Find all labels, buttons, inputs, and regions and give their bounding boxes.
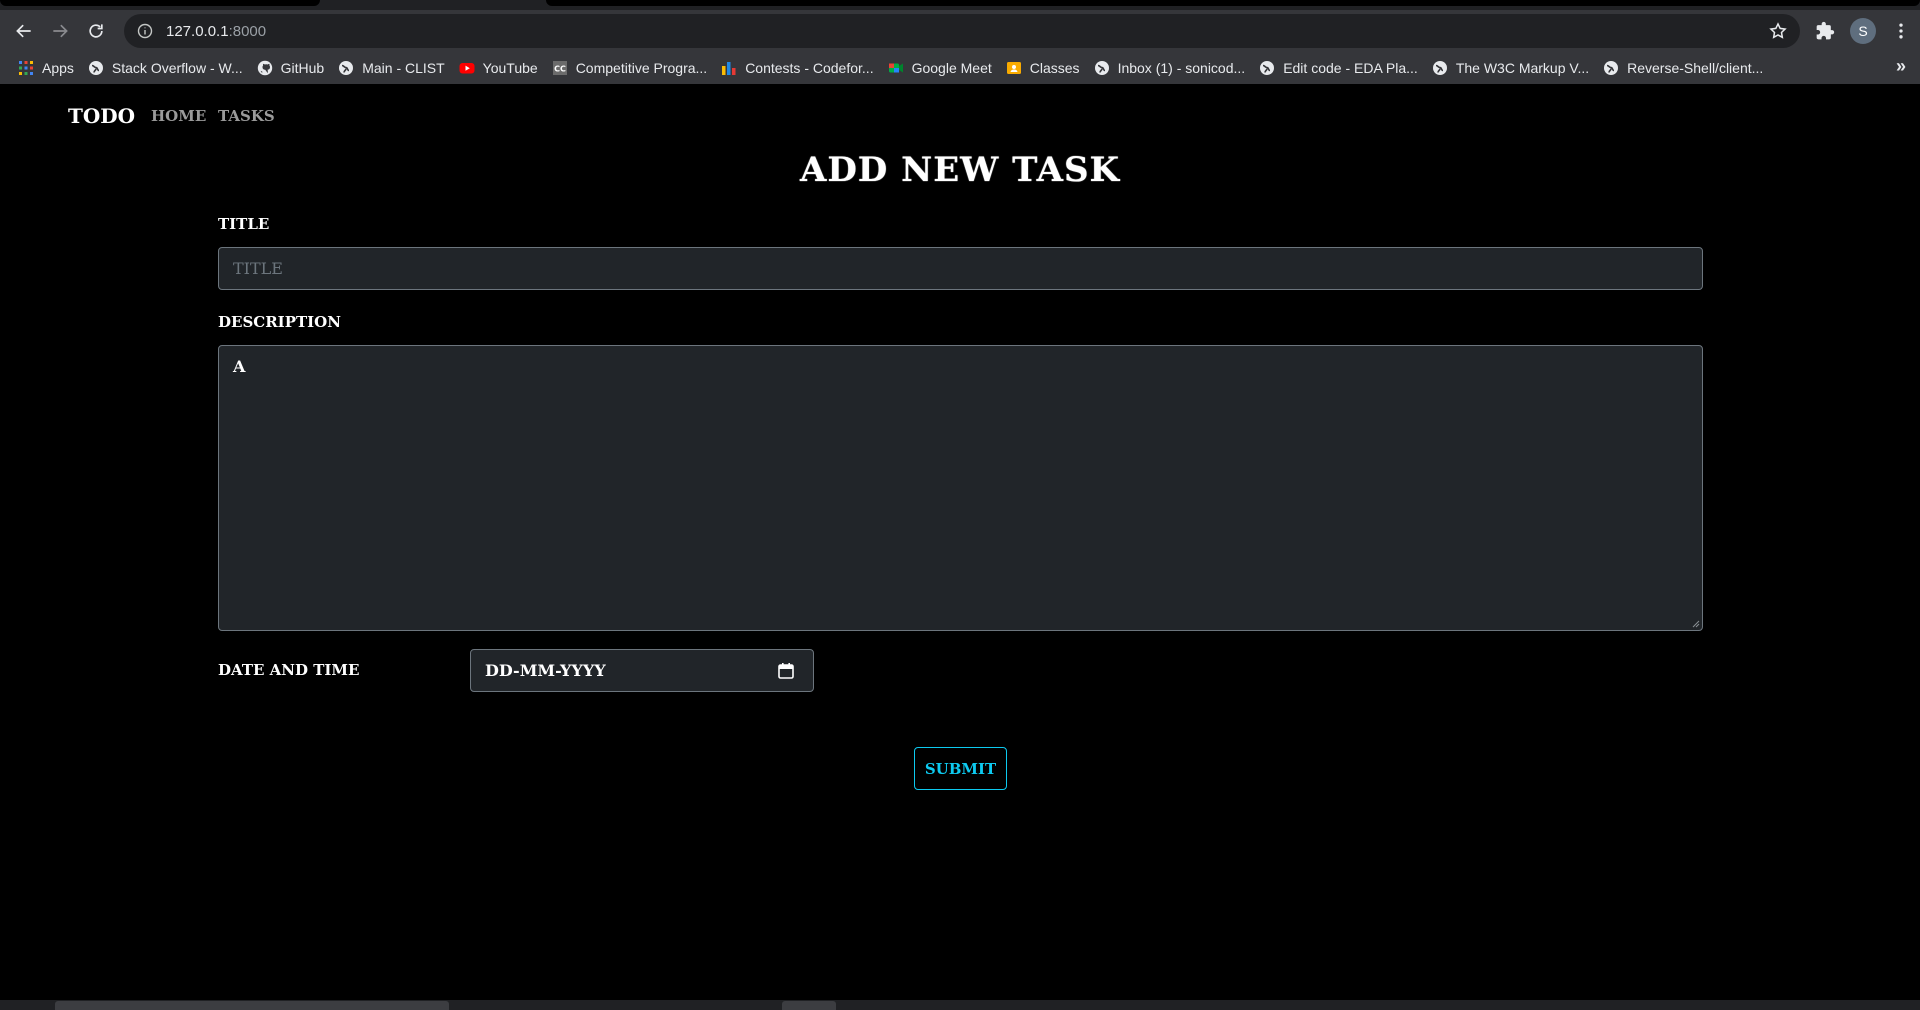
resize-grip-icon[interactable] xyxy=(1690,618,1700,628)
globe-icon xyxy=(1094,60,1110,76)
globe-icon xyxy=(1432,60,1448,76)
bookmark-item[interactable]: Reverse-Shell/client... xyxy=(1599,54,1773,82)
submit-button[interactable]: SUBMIT xyxy=(914,747,1007,790)
bookmark-label: The W3C Markup V... xyxy=(1455,60,1590,76)
inactive-tab-edge[interactable] xyxy=(546,0,1920,6)
site-navbar: TODO HOME TASKS xyxy=(0,84,1920,148)
datetime-label: DATE AND TIME xyxy=(218,661,360,679)
codeforces-icon xyxy=(721,60,737,76)
globe-icon xyxy=(1259,60,1275,76)
bookmark-label: Main - CLIST xyxy=(362,60,445,76)
bookmark-label: Competitive Progra... xyxy=(575,60,708,76)
tab-strip xyxy=(0,0,1920,10)
bookmark-item[interactable]: CC Competitive Progra... xyxy=(548,54,718,82)
bookmarks-overflow-button[interactable]: » xyxy=(1896,56,1906,77)
nav-link-home[interactable]: HOME xyxy=(151,107,206,125)
bookmark-label: Stack Overflow - W... xyxy=(111,60,243,76)
bookmark-label: Google Meet xyxy=(911,60,992,76)
bookmark-star-icon[interactable] xyxy=(1768,21,1788,41)
date-input[interactable]: DD-MM-YYYY xyxy=(470,649,814,692)
meet-icon xyxy=(888,60,904,76)
bookmark-item[interactable]: Inbox (1) - sonicod... xyxy=(1090,54,1256,82)
classroom-icon xyxy=(1006,60,1022,76)
description-textarea[interactable]: A xyxy=(218,345,1703,631)
back-icon[interactable] xyxy=(6,13,42,49)
address-bar[interactable]: 127.0.0.1:8000 xyxy=(124,14,1800,48)
bookmark-item[interactable]: YouTube xyxy=(455,54,548,82)
profile-avatar[interactable]: S xyxy=(1844,10,1882,52)
reload-icon[interactable] xyxy=(78,13,114,49)
nav-link-tasks[interactable]: TASKS xyxy=(218,107,275,125)
date-value: DD-MM-YYYY xyxy=(485,661,606,680)
bookmark-item[interactable]: Google Meet xyxy=(884,54,1002,82)
bottom-strip-segment xyxy=(55,1001,449,1010)
forward-icon[interactable] xyxy=(42,13,78,49)
site-info-icon[interactable] xyxy=(136,22,154,40)
description-label: DESCRIPTION xyxy=(218,313,341,331)
browser-toolbar: 127.0.0.1:8000 S xyxy=(0,10,1920,52)
bookmark-item[interactable]: Main - CLIST xyxy=(334,54,454,82)
bookmarks-bar: Apps Stack Overflow - W... GitHub Main - CL… xyxy=(0,52,1920,84)
title-input[interactable]: TITLE xyxy=(218,247,1703,290)
page-title: ADD NEW TASK xyxy=(799,150,1121,190)
extensions-icon[interactable] xyxy=(1806,10,1844,52)
bookmark-item[interactable]: Classes xyxy=(1002,54,1090,82)
github-icon xyxy=(257,60,273,76)
apps-grid-icon xyxy=(18,60,34,76)
bookmark-item[interactable]: Edit code - EDA Pla... xyxy=(1255,54,1428,82)
bottom-strip xyxy=(0,1000,1920,1010)
title-placeholder: TITLE xyxy=(233,259,283,278)
bookmark-label: Classes xyxy=(1029,60,1080,76)
bookmark-label: Apps xyxy=(42,60,74,76)
bookmark-item[interactable]: Contests - Codefor... xyxy=(717,54,883,82)
bottom-strip-thumb[interactable] xyxy=(782,1001,836,1010)
svg-text:CC: CC xyxy=(554,65,566,74)
youtube-icon xyxy=(459,60,475,76)
avatar: S xyxy=(1850,18,1876,44)
active-tab-edge[interactable] xyxy=(0,0,320,6)
bookmark-label: Edit code - EDA Pla... xyxy=(1283,60,1418,76)
menu-kebab-icon[interactable] xyxy=(1882,10,1920,52)
bookmark-label: GitHub xyxy=(280,60,325,76)
bookmark-label: Reverse-Shell/client... xyxy=(1627,60,1764,76)
description-value: A xyxy=(233,357,246,376)
globe-icon xyxy=(88,60,104,76)
bookmark-label: YouTube xyxy=(482,60,538,76)
bookmark-item[interactable]: The W3C Markup V... xyxy=(1428,54,1599,82)
cc-icon: CC xyxy=(552,60,568,76)
bookmark-item[interactable]: Stack Overflow - W... xyxy=(84,54,253,82)
url-text: 127.0.0.1:8000 xyxy=(166,22,267,40)
bookmark-label: Inbox (1) - sonicod... xyxy=(1117,60,1246,76)
bookmark-label: Contests - Codefor... xyxy=(745,60,874,76)
globe-icon xyxy=(1603,60,1619,76)
title-label: TITLE xyxy=(218,215,270,233)
globe-icon xyxy=(338,60,354,76)
bookmark-item[interactable]: GitHub xyxy=(253,54,335,82)
calendar-icon[interactable] xyxy=(777,662,795,680)
brand-logo[interactable]: TODO xyxy=(68,104,135,128)
bookmark-item[interactable]: Apps xyxy=(14,54,84,82)
